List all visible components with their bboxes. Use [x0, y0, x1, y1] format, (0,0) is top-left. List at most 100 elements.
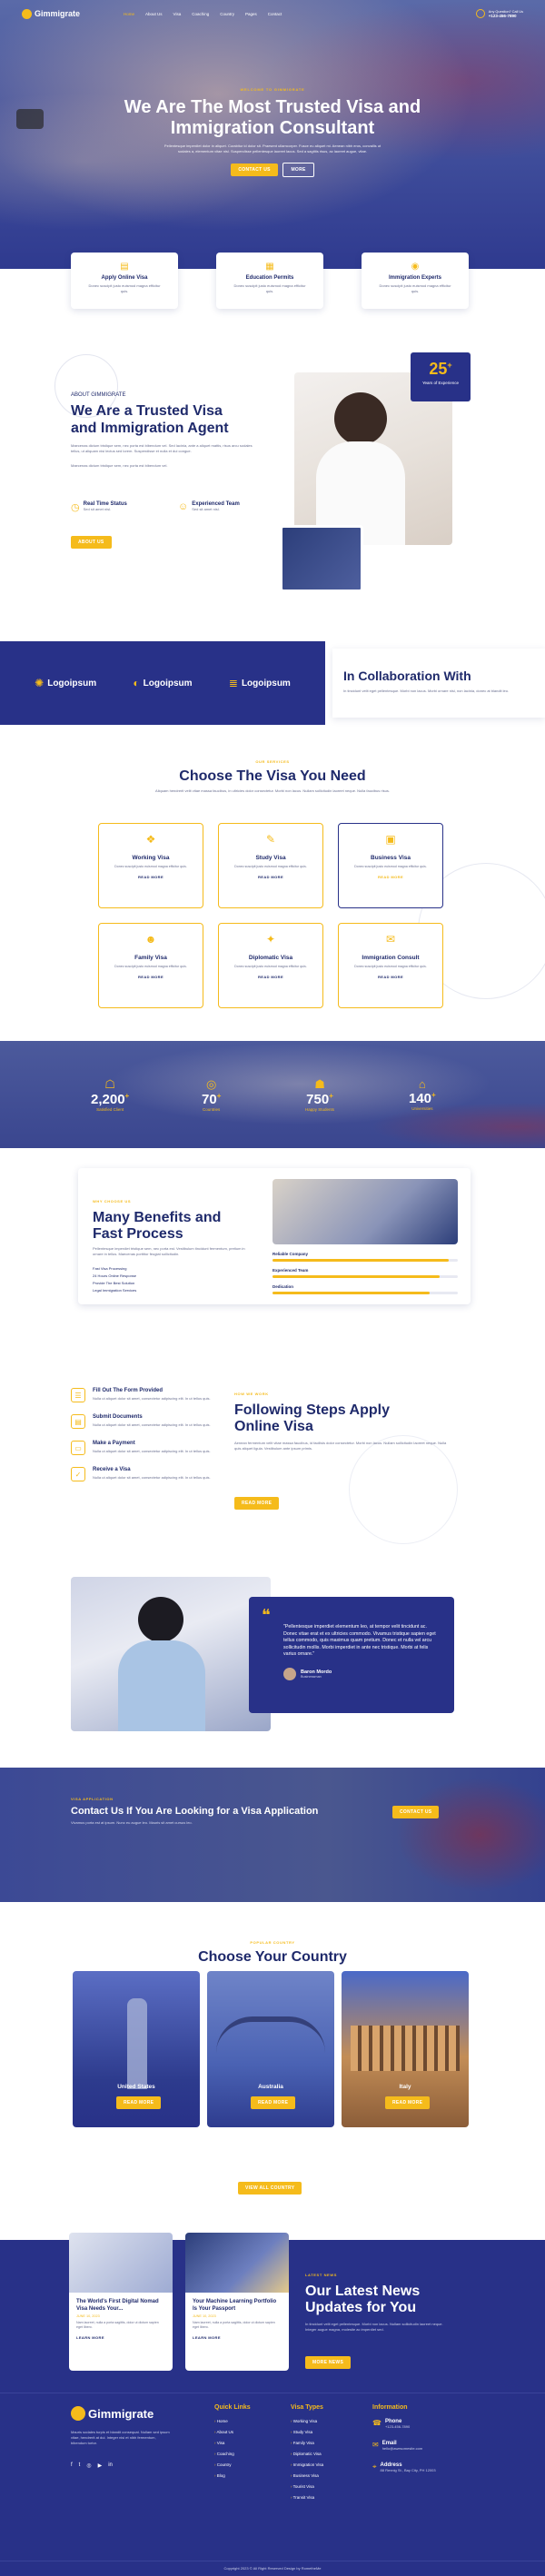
read-more-link[interactable]: READ MORE [99, 875, 203, 879]
read-more-link[interactable]: READ MORE [219, 875, 322, 879]
stat-label: Countries [203, 1107, 221, 1112]
nav-visa[interactable]: Visa [173, 12, 182, 16]
business-icon: ▣ [385, 833, 396, 846]
student-icon: ☗ [314, 1077, 325, 1091]
stat-number: 70 [202, 1092, 217, 1107]
visa-card-business[interactable]: ▣ Business Visa Donec suscipit justo euism… [338, 823, 443, 908]
stat-label: Satisfied Client [96, 1107, 124, 1112]
stat-universities: ⌂ 140+ Universities [409, 1077, 436, 1111]
visa-card-study[interactable]: ✎ Study Visa Donec suscipit justo euismod … [218, 823, 323, 908]
nav-about[interactable]: About Us [145, 12, 163, 16]
footer-link[interactable]: Family Visa [291, 2441, 323, 2445]
family-icon: ☻ [144, 933, 157, 946]
stat-countries: ◎ 70+ Countries [202, 1077, 221, 1112]
youtube-icon[interactable]: ▶ [98, 2462, 103, 2469]
footer-link[interactable]: Blog [214, 2473, 234, 2478]
university-icon: ⌂ [418, 1077, 426, 1091]
footer-link[interactable]: Study Visa [291, 2430, 323, 2434]
country-read-more-button[interactable]: READ MORE [385, 2096, 431, 2109]
news-card-2[interactable]: Your Machine Learning Portfolio Is Your … [185, 2233, 289, 2371]
country-card-australia[interactable]: Australia READ MORE [207, 1971, 334, 2127]
logo[interactable]: Gimmigrate [22, 8, 80, 19]
visa-card-title: Family Visa [134, 955, 167, 961]
facebook-icon[interactable]: f [71, 2462, 73, 2469]
visa-card-text: Donec suscipit justo euismod magna effic… [354, 865, 427, 868]
country-read-more-button[interactable]: READ MORE [251, 2096, 296, 2109]
step-title: Submit Documents [93, 1414, 143, 1420]
country-card-usa[interactable]: United States READ MORE [73, 1971, 200, 2127]
visa-card-consult[interactable]: ✉ Immigration Consult Donec suscipit justo… [338, 923, 443, 1008]
hero-more-button[interactable]: MORE [282, 163, 314, 177]
twitter-icon[interactable]: t [79, 2462, 81, 2469]
visa-card-working[interactable]: ❖ Working Visa Donec suscipit justo euismo… [98, 823, 203, 908]
logo-icon [22, 8, 32, 19]
footer-link[interactable]: Working Visa [291, 2419, 323, 2423]
footer-logo[interactable]: Gimmigrate [71, 2406, 154, 2421]
cta-title: Contact Us If You Are Looking for a Visa… [71, 1806, 319, 1817]
visa-card-text: Donec suscipit justo euismod magna effic… [234, 965, 307, 968]
hero-contact-button[interactable]: CONTACT US [231, 163, 278, 176]
navbar: Gimmigrate Home About Us Visa Coaching C… [0, 0, 545, 27]
feature-card-apply[interactable]: ▤ Apply Online Visa Donec suscipit justo… [71, 253, 178, 309]
nav-home[interactable]: Home [124, 12, 134, 16]
news-title[interactable]: Your Machine Learning Portfolio Is Your … [185, 2293, 289, 2314]
visa-card-title: Business Visa [371, 855, 411, 861]
nav-coaching[interactable]: Coaching [192, 12, 209, 16]
footer-link[interactable]: Transit Visa [291, 2495, 323, 2500]
cta-contact-button[interactable]: CONTACT US [392, 1806, 440, 1818]
news-title[interactable]: The World's First Digital Nomad Visa Nee… [69, 2293, 173, 2314]
news-learn-more-link[interactable]: LEARN MORE [185, 2330, 289, 2345]
testimonial-role: Businessman [301, 1674, 322, 1679]
visa-card-diplomatic[interactable]: ✦ Diplomatic Visa Donec suscipit justo eui… [218, 923, 323, 1008]
feature-card-education[interactable]: ▦ Education Permits Donec suscipit justo… [216, 253, 323, 309]
feature-card-experts[interactable]: ◉ Immigration Experts Donec suscipit jus… [362, 253, 469, 309]
footer-link[interactable]: Tourist Visa [291, 2484, 323, 2489]
news-text: Nam laoreet, nulla a porta sagittis, dol… [193, 2321, 275, 2329]
step-title: Make a Payment [93, 1441, 135, 1446]
view-all-country-button[interactable]: VIEW ALL COUNTRY [238, 2182, 302, 2195]
step-title: Receive a Visa [93, 1467, 131, 1472]
instagram-icon[interactable]: ◎ [86, 2462, 91, 2469]
visa-card-family[interactable]: ☻ Family Visa Donec suscipit justo euismod… [98, 923, 203, 1008]
footer-email-value[interactable]: hello@awesomesite.com [382, 2446, 423, 2451]
about-feature-text: Sed sit amet nisl. [192, 507, 220, 511]
more-news-button[interactable]: MORE NEWS [305, 2356, 352, 2369]
read-more-link[interactable]: READ MORE [99, 975, 203, 979]
read-more-link[interactable]: READ MORE [339, 875, 442, 879]
footer-link[interactable]: Visa [214, 2441, 234, 2445]
benefits-text: Pellentesque imperdiet tristique sem, ne… [93, 1246, 245, 1256]
visa-card-text: Donec suscipit justo euismod magna effic… [114, 865, 187, 868]
footer-link[interactable]: About Us [214, 2430, 234, 2434]
person-figure [138, 1597, 183, 1642]
nav-contact[interactable]: Contact [268, 12, 282, 16]
nav-country[interactable]: Country [220, 12, 234, 16]
footer-phone-value[interactable]: +123-456-7890 [385, 2424, 410, 2429]
footer-link[interactable]: Diplomatic Visa [291, 2452, 323, 2456]
read-more-link[interactable]: READ MORE [339, 975, 442, 979]
news-learn-more-link[interactable]: LEARN MORE [69, 2330, 173, 2345]
read-more-link[interactable]: READ MORE [219, 975, 322, 979]
footer-link[interactable]: Country [214, 2462, 234, 2467]
partner-logo-2: ◐ Logoipsum [133, 677, 192, 689]
steps-read-more-button[interactable]: READ MORE [234, 1497, 280, 1510]
news-image-handshake [69, 2233, 173, 2293]
news-card-1[interactable]: The World's First Digital Nomad Visa Nee… [69, 2233, 173, 2371]
skill-bar-track [272, 1292, 458, 1294]
stat-plus: + [216, 1092, 222, 1100]
footer-email: ✉ Email hello@awesomesite.com [372, 2441, 422, 2451]
country-card-italy[interactable]: Italy READ MORE [342, 1971, 469, 2127]
footer-link[interactable]: Business Visa [291, 2473, 323, 2478]
country-read-more-button[interactable]: READ MORE [116, 2096, 162, 2109]
footer-link[interactable]: Home [214, 2419, 234, 2423]
nav-pages[interactable]: Pages [245, 12, 257, 16]
hero-text-1: Pellentesque imperdiet dolor in aliquet.… [164, 144, 382, 148]
footer-link[interactable]: Immigration Visa [291, 2462, 323, 2467]
skill-bar: Dedication [272, 1284, 458, 1294]
skill-bar-fill [272, 1275, 440, 1278]
footer-link[interactable]: Coaching [214, 2452, 234, 2456]
about-feature-2: ☺ Experienced Team Sed sit amet nisl. [178, 501, 240, 512]
about-us-button[interactable]: ABOUT US [71, 536, 112, 549]
nav-phone[interactable]: +123-456-7890 [489, 14, 523, 18]
benefits-title-1: Many Benefits and [93, 1210, 222, 1225]
linkedin-icon[interactable]: in [108, 2462, 113, 2469]
